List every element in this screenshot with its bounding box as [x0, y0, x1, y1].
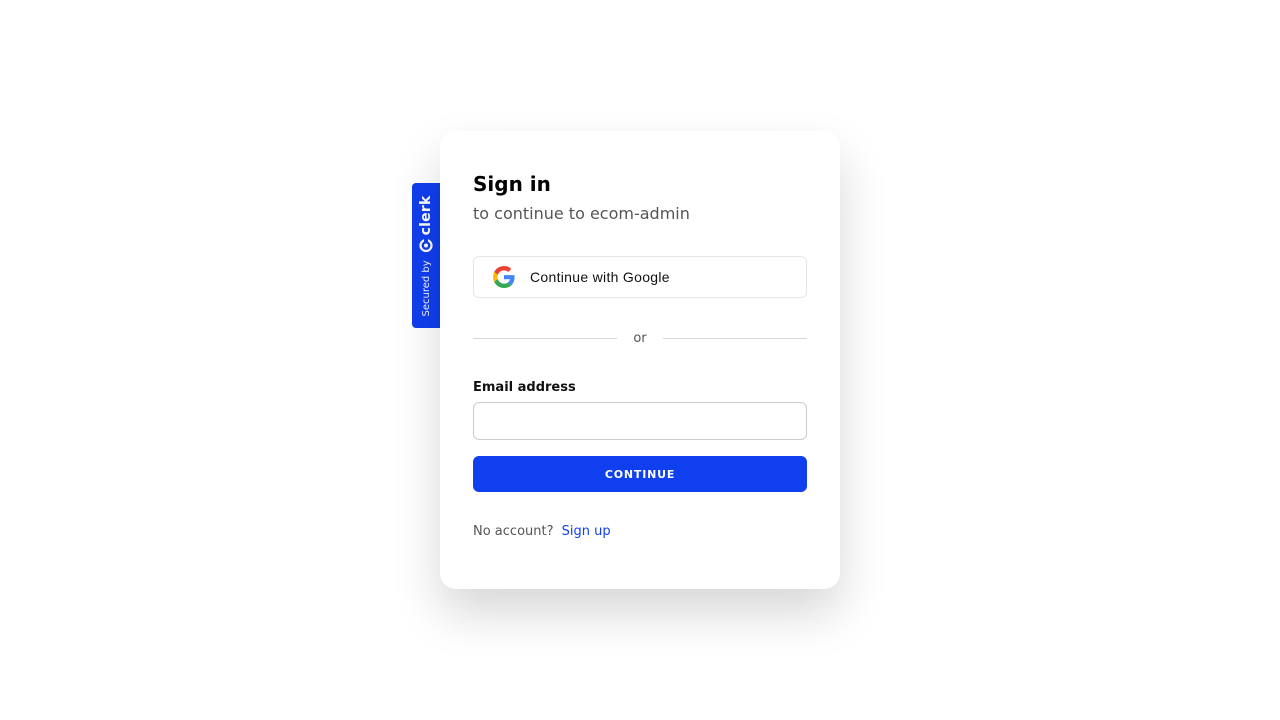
page-title: Sign in [473, 172, 551, 196]
secured-by-label: Secured by [420, 259, 432, 316]
or-divider: or [473, 329, 807, 347]
sign-up-link[interactable]: Sign up [562, 524, 611, 539]
google-button-label: Continue with Google [530, 269, 670, 285]
page: Secured by clerk Sign in to continue to … [0, 0, 1280, 720]
divider-line-right [662, 337, 807, 339]
clerk-logo-icon [419, 237, 433, 252]
email-label: Email address [473, 380, 576, 395]
continue-button[interactable]: CONTINUE [473, 456, 807, 492]
divider-line-left [473, 337, 618, 339]
google-icon [493, 266, 515, 288]
no-account-text: No account? [473, 524, 554, 539]
email-field[interactable] [473, 402, 807, 440]
divider-text: or [633, 330, 647, 346]
sign-in-card: Sign in to continue to ecom-admin Contin… [440, 131, 840, 589]
continue-with-google-button[interactable]: Continue with Google [473, 256, 807, 298]
badge-content: Secured by clerk [418, 195, 434, 316]
page-subtitle: to continue to ecom-admin [473, 204, 690, 223]
signup-prompt: No account? Sign up [473, 524, 611, 539]
clerk-brand-text: clerk [418, 195, 434, 235]
secured-by-clerk-badge[interactable]: Secured by clerk [412, 183, 440, 328]
clerk-logo: clerk [418, 195, 434, 252]
